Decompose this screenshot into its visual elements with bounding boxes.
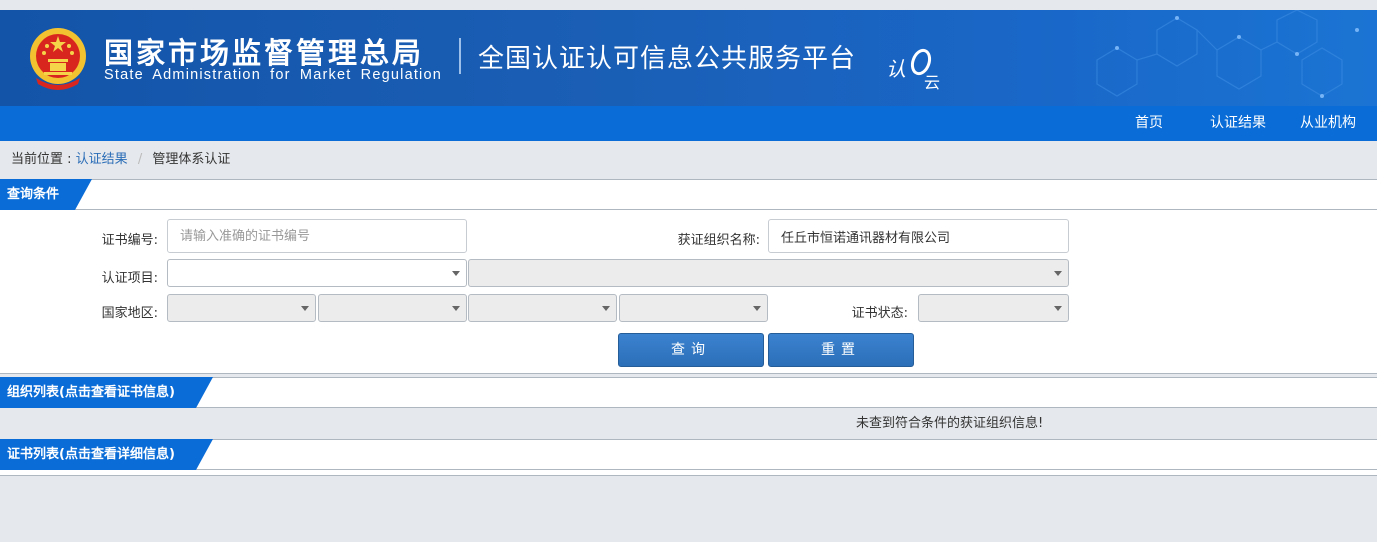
- chevron-down-icon: [602, 306, 610, 311]
- status-select[interactable]: [918, 294, 1069, 322]
- search-button[interactable]: 查询: [618, 333, 764, 367]
- status-label: 证书状态:: [851, 306, 908, 321]
- chevron-down-icon: [753, 306, 761, 311]
- cert-list-title: 证书列表(点击查看详细信息): [0, 439, 213, 470]
- cert-no-input[interactable]: [167, 219, 467, 253]
- reset-button[interactable]: 重置: [768, 333, 914, 367]
- cert-list-body: [0, 470, 1377, 476]
- cert-no-label: 证书编号:: [101, 233, 158, 248]
- project-label: 认证项目:: [101, 271, 158, 286]
- header-banner: 国家市场监督管理总局 State Administration for Mark…: [0, 10, 1377, 106]
- chevron-down-icon: [452, 271, 460, 276]
- breadcrumb-prefix: 当前位置 :: [11, 152, 72, 167]
- project-select-primary[interactable]: [167, 259, 467, 287]
- hexagon-pattern-decoration: [1096, 10, 1359, 98]
- nav-home[interactable]: 首页: [1135, 106, 1163, 141]
- region-select-country[interactable]: [167, 294, 316, 322]
- org-name-label: 获证组织名称:: [677, 233, 760, 248]
- org-name-cn: 国家市场监督管理总局: [104, 36, 425, 70]
- chevron-down-icon: [1054, 271, 1062, 276]
- top-nav: 首页 认证结果 从业机构: [0, 106, 1377, 141]
- nav-institutions[interactable]: 从业机构: [1300, 106, 1356, 141]
- org-list-header: 组织列表(点击查看证书信息): [0, 377, 1377, 408]
- chevron-down-icon: [301, 306, 309, 311]
- region-select-province[interactable]: [318, 294, 467, 322]
- org-name-input[interactable]: [768, 219, 1069, 253]
- nav-cert-results[interactable]: 认证结果: [1210, 106, 1266, 141]
- query-section-title: 查询条件: [0, 179, 92, 210]
- cert-list-header: 证书列表(点击查看详细信息): [0, 439, 1377, 470]
- org-list-title: 组织列表(点击查看证书信息): [0, 377, 213, 408]
- svg-text:云: 云: [924, 73, 940, 92]
- breadcrumb-link-cert-results[interactable]: 认证结果: [76, 152, 128, 167]
- breadcrumb-separator: /: [137, 152, 143, 167]
- project-select-secondary[interactable]: [468, 259, 1069, 287]
- org-name-en: State Administration for Market Regulati…: [104, 67, 443, 83]
- chevron-down-icon: [1054, 306, 1062, 311]
- breadcrumb: 当前位置 : 认证结果 / 管理体系认证: [0, 141, 1377, 179]
- query-section-header: 查询条件: [0, 179, 1377, 210]
- national-emblem-icon: [30, 28, 86, 90]
- breadcrumb-current: 管理体系认证: [152, 152, 231, 167]
- query-form: 证书编号: 获证组织名称: 认证项目: 国家地区: 证书状态: 查询 重置: [0, 210, 1377, 374]
- top-strip: [0, 0, 1377, 10]
- platform-title: 全国认证认可信息公共服务平台: [478, 44, 857, 74]
- title-divider: [459, 38, 461, 74]
- region-label: 国家地区:: [101, 306, 158, 321]
- org-list-empty-message: 未查到符合条件的获证组织信息!: [0, 408, 1377, 439]
- region-select-district[interactable]: [619, 294, 768, 322]
- chevron-down-icon: [452, 306, 460, 311]
- region-select-city[interactable]: [468, 294, 617, 322]
- svg-text:认: 认: [886, 57, 906, 81]
- renyun-logo: 认 云: [886, 48, 940, 92]
